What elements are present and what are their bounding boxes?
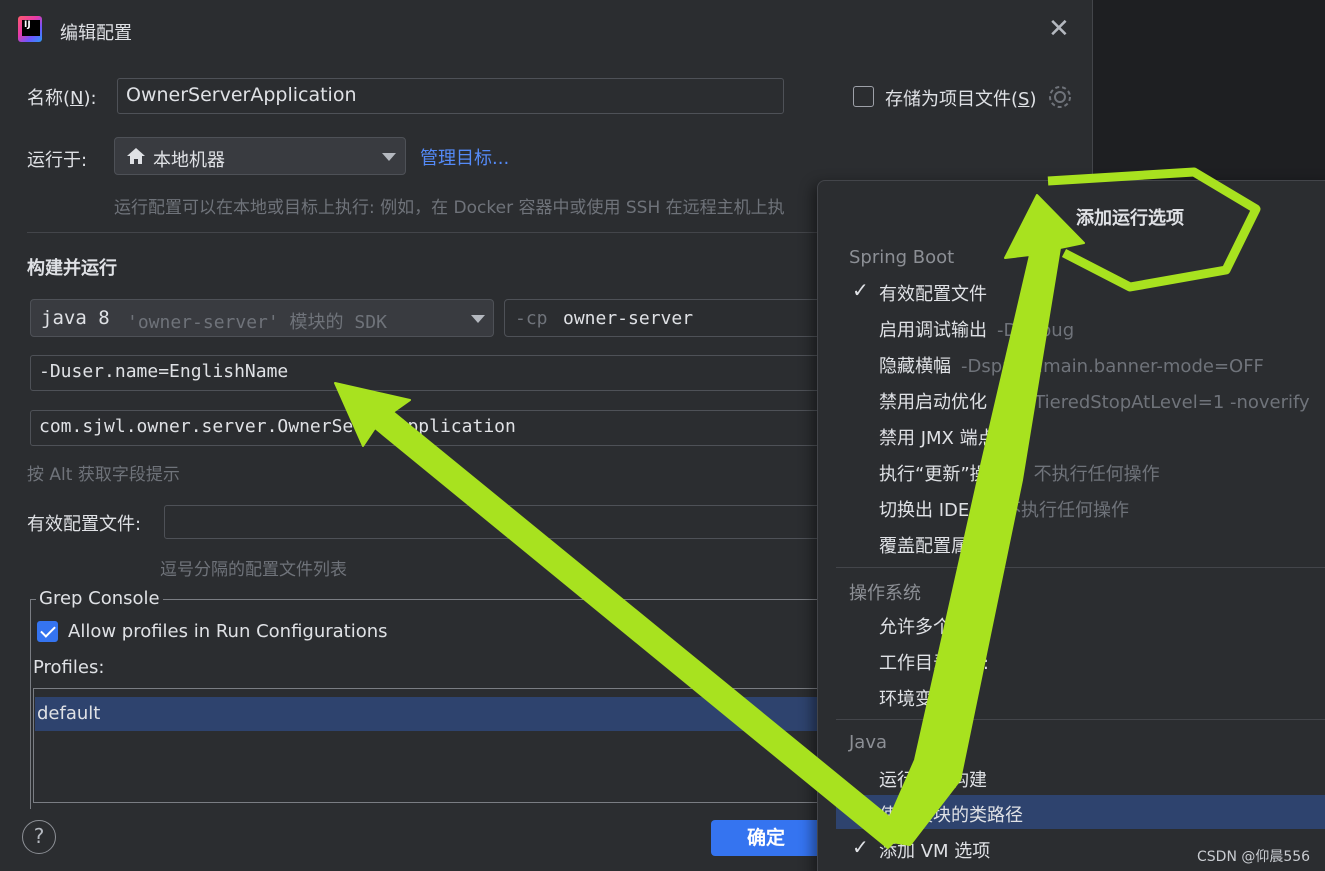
- active-profiles-label: 有效配置文件:: [27, 514, 142, 535]
- option-item[interactable]: 启用调试输出 -Ddebug: [818, 310, 1325, 344]
- option-item-selected[interactable]: 使用模块的类路径: [836, 795, 1325, 829]
- watermark: CSDN @仰晨556: [1197, 849, 1311, 865]
- name-label: 名称(N):: [27, 88, 97, 109]
- grep-console-legend: Grep Console: [36, 588, 163, 609]
- check-icon: ✓: [852, 278, 869, 302]
- active-profiles-input[interactable]: [164, 505, 834, 539]
- list-item[interactable]: default: [35, 697, 833, 731]
- vm-options-input[interactable]: -Duser.name=EnglishName: [30, 355, 830, 391]
- option-item[interactable]: 环境变量: [818, 679, 1325, 713]
- help-button[interactable]: ?: [22, 820, 56, 854]
- run-target-select[interactable]: 本地机器: [114, 137, 406, 175]
- profiles-label: Profiles:: [33, 657, 105, 678]
- section-java: Java: [849, 732, 888, 753]
- alt-hint: 按 Alt 获取字段提示: [27, 465, 180, 485]
- option-item[interactable]: 隐藏横幅 -Dspring.main.banner-mode=OFF: [818, 346, 1325, 380]
- run-target-value: 本地机器: [153, 150, 225, 171]
- run-on-hint: 运行配置可以在本地或目标上执行: 例如，在 Docker 容器中或使用 SSH …: [114, 198, 785, 218]
- option-item[interactable]: 切换出 IDE 时不执行任何操作: [818, 490, 1325, 524]
- manage-targets-link[interactable]: 管理目标...: [420, 144, 509, 170]
- option-item[interactable]: 禁用启动优化 -XX:TieredStopAtLevel=1 -noverify: [818, 382, 1325, 416]
- run-on-label: 运行于:: [27, 150, 88, 171]
- check-icon: ✓: [852, 835, 869, 859]
- option-item[interactable]: 禁用 JMX 端点: [818, 418, 1325, 452]
- cp-value: owner-server: [563, 308, 694, 329]
- profiles-list: default: [33, 688, 833, 803]
- classpath-select[interactable]: -cp owner-server: [504, 299, 834, 337]
- chevron-down-icon: [471, 315, 485, 323]
- build-run-heading: 构建并运行: [27, 258, 117, 279]
- section-os: 操作系统: [849, 583, 921, 604]
- option-item[interactable]: ✓ 有效配置文件: [818, 274, 1325, 308]
- option-item[interactable]: 工作目录(W):: [818, 643, 1325, 677]
- divider: [836, 719, 1325, 720]
- sdk-main: java 8: [41, 307, 110, 329]
- section-spring-boot: Spring Boot: [849, 247, 955, 268]
- title-bar: 编辑配置 ✕: [0, 0, 1093, 60]
- cp-flag: -cp: [515, 308, 548, 329]
- add-run-options-popup: 添加运行选项 Spring Boot ✓ 有效配置文件 启用调试输出 -Ddebug…: [817, 180, 1325, 871]
- option-item[interactable]: 允许多个实例: [818, 607, 1325, 641]
- sdk-select[interactable]: java 8 'owner-server' 模块的 SDK: [30, 299, 494, 337]
- name-input[interactable]: OwnerServerApplication: [117, 78, 784, 114]
- store-as-project-checkbox[interactable]: [853, 86, 874, 107]
- divider: [836, 567, 1325, 568]
- profile-label: default: [37, 703, 101, 724]
- option-item[interactable]: 覆盖配置属性: [818, 526, 1325, 560]
- allow-profiles-checkbox[interactable]: [37, 621, 58, 642]
- allow-profiles-label: Allow profiles in Run Configurations: [68, 621, 388, 642]
- option-item[interactable]: 运行前不构建: [818, 760, 1325, 794]
- close-icon[interactable]: ✕: [1048, 16, 1070, 42]
- popup-title: 添加运行选项: [1076, 208, 1184, 229]
- sdk-detail: 'owner-server' 模块的 SDK: [127, 312, 387, 333]
- active-profiles-hint: 逗号分隔的配置文件列表: [160, 560, 347, 580]
- store-as-project-label: 存储为项目文件(S): [885, 89, 1037, 110]
- dialog-title: 编辑配置: [60, 23, 132, 44]
- home-icon: [127, 148, 145, 164]
- main-class-input[interactable]: com.sjwl.owner.server.OwnerServerApplica…: [30, 410, 830, 446]
- intellij-logo-icon: [18, 16, 42, 42]
- gear-icon[interactable]: [1047, 84, 1073, 110]
- ok-button[interactable]: 确定: [711, 820, 821, 856]
- chevron-down-icon: [382, 153, 396, 161]
- option-item[interactable]: 执行“更新”操作时 不执行任何操作: [818, 454, 1325, 488]
